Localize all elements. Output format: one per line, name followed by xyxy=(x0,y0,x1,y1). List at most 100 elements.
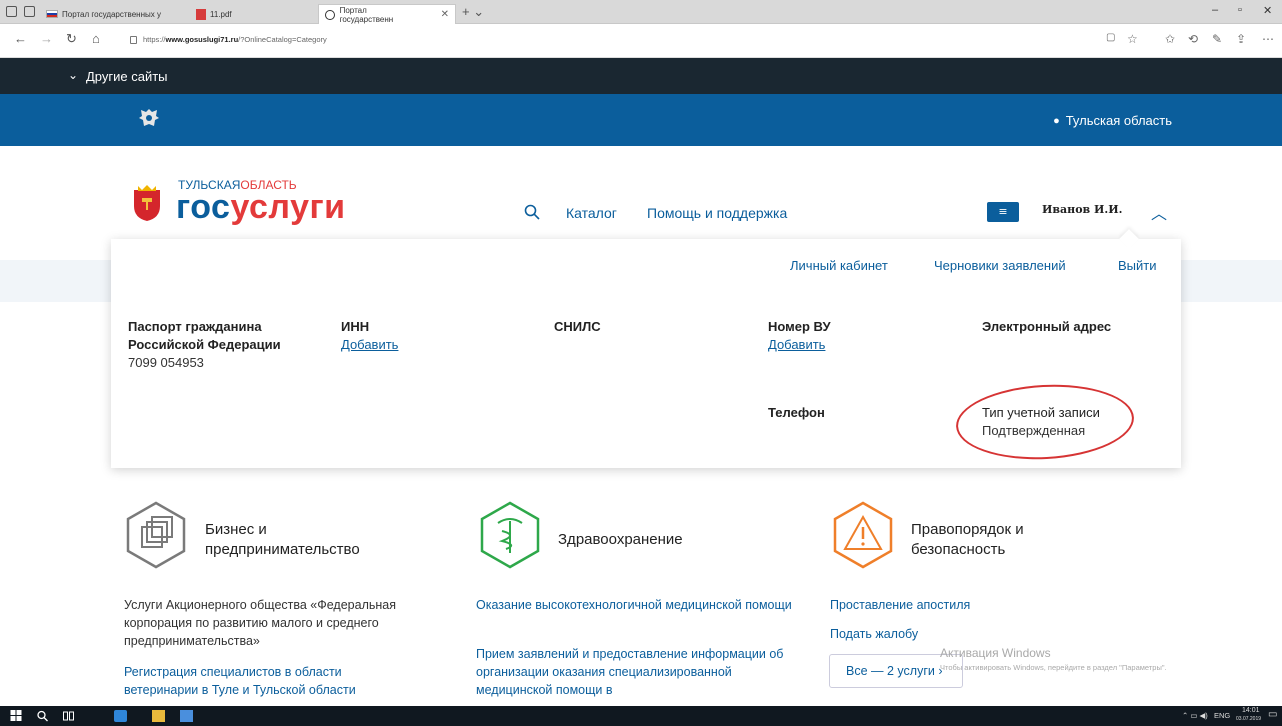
license-add-link[interactable]: Добавить xyxy=(768,336,831,354)
url-prefix: https:// xyxy=(143,35,166,44)
pdf-icon xyxy=(196,8,206,20)
address-bar: ← → ↻ ⌂ https://www.gosuslugi71.ru/?Onli… xyxy=(0,24,1282,58)
clock-time[interactable]: 14:01 xyxy=(1242,707,1260,714)
warning-icon[interactable] xyxy=(829,501,897,569)
dropdown-caret xyxy=(1119,229,1139,249)
tab-portal-1[interactable]: Портал государственных у xyxy=(40,4,167,24)
tab-label: 11.pdf xyxy=(210,9,232,19)
user-name[interactable]: Иванов И.И. xyxy=(1042,203,1122,216)
passport-label: Паспорт гражданина Российской Федерации xyxy=(128,319,281,352)
license-label: Номер ВУ xyxy=(768,319,831,334)
region-label: Тульская область xyxy=(1065,113,1172,128)
forward-button[interactable]: → xyxy=(40,31,53,46)
new-tab-button[interactable]: + ⌄ xyxy=(462,4,484,20)
other-sites-bar: ⌄ Другие сайты xyxy=(0,58,1282,94)
passport-value: 7099 054953 xyxy=(128,355,204,370)
snils-label: СНИЛС xyxy=(554,319,601,334)
inn-add-link[interactable]: Добавить xyxy=(341,336,398,354)
service-link[interactable]: Проставление апостиля xyxy=(830,596,1080,614)
url-field[interactable]: https://www.gosuslugi71.ru/?OnlineCatalo… xyxy=(130,35,327,44)
url-path: /?OnlineCatalog=Category xyxy=(238,35,327,44)
task-view-icon[interactable] xyxy=(62,710,75,722)
tula-crest-icon xyxy=(134,185,160,221)
category-title[interactable]: Правопорядок и безопасность xyxy=(911,520,1111,560)
back-button[interactable]: ← xyxy=(14,31,27,46)
notifications-icon[interactable]: ▭ xyxy=(1268,709,1277,720)
browser-tab-bar: Портал государственных у 11.pdf Портал г… xyxy=(0,0,1282,24)
windows-taskbar: ⌃ ▭ ◀) ENG 14:01 03.07.2019 ▭ xyxy=(0,706,1282,726)
more-icon[interactable]: ⋯ xyxy=(1262,32,1274,46)
url-host: www.gosuslugi71.ru xyxy=(165,35,239,44)
close-window-button[interactable]: ✕ xyxy=(1263,4,1272,17)
search-icon[interactable] xyxy=(36,710,49,722)
profile-dropdown: Личный кабинет Черновики заявлений Выйти… xyxy=(111,229,1181,468)
logout-link[interactable]: Выйти xyxy=(1118,258,1157,273)
other-sites-link[interactable]: Другие сайты xyxy=(86,69,168,84)
pen-icon[interactable]: ✎ xyxy=(1212,32,1222,46)
history-icon[interactable]: ⟲ xyxy=(1188,32,1198,46)
service-link[interactable]: Оказание высокотехнологичной медицинской… xyxy=(476,596,796,614)
loading-icon xyxy=(325,9,335,20)
phone-field: Телефон xyxy=(768,404,825,422)
nav-help[interactable]: Помощь и поддержка xyxy=(647,205,787,221)
tray-icons[interactable]: ⌃ ▭ ◀) xyxy=(1182,711,1208,720)
highlight-ellipse xyxy=(954,380,1136,464)
chevron-up-icon[interactable]: ︿ xyxy=(1151,200,1167,224)
favorite-star-icon[interactable]: ☆ xyxy=(1127,32,1138,46)
chevron-down-icon[interactable]: ⌄ xyxy=(68,68,78,82)
logo-main-part: гос xyxy=(176,188,231,226)
nav-catalog[interactable]: Каталог xyxy=(566,205,617,221)
region-selector[interactable]: ● Тульская область xyxy=(1053,113,1172,128)
license-field: Номер ВУ Добавить xyxy=(768,318,831,354)
tab-portal-active[interactable]: Портал государственн ✕ xyxy=(318,4,456,24)
email-field: Электронный адрес xyxy=(982,318,1111,336)
set-aside-tabs-icon[interactable] xyxy=(24,6,35,17)
service-link[interactable]: Регистрация специалистов в области ветер… xyxy=(124,663,384,699)
watermark-text: Чтобы активировать Windows, перейдите в … xyxy=(940,663,1167,672)
inn-label: ИНН xyxy=(341,319,370,334)
tab-label: Портал государственн xyxy=(339,5,394,24)
region-bar: ● Тульская область xyxy=(0,94,1282,146)
drafts-link[interactable]: Черновики заявлений xyxy=(934,258,1066,273)
reading-view-icon[interactable]: ▢ xyxy=(1106,32,1115,43)
windows-start-icon[interactable] xyxy=(10,710,23,722)
logo-title: госуслуги xyxy=(176,188,346,227)
refresh-button[interactable]: ↻ xyxy=(66,31,77,47)
passport-field: Паспорт гражданина Российской Федерации … xyxy=(128,318,318,372)
menu-icon[interactable]: ≡ xyxy=(987,202,1019,222)
clock-date[interactable]: 03.07.2019 xyxy=(1236,716,1261,722)
logo-main-part: услуги xyxy=(230,188,346,226)
app-icon[interactable] xyxy=(180,710,193,722)
home-icon[interactable]: ⌂ xyxy=(92,31,100,46)
email-label: Электронный адрес xyxy=(982,319,1112,334)
tab-pdf[interactable]: 11.pdf xyxy=(190,4,238,24)
category-title[interactable]: Бизнес и предпринимательство xyxy=(205,520,415,560)
health-icon[interactable] xyxy=(476,501,544,569)
language-indicator[interactable]: ENG xyxy=(1214,711,1230,720)
category-title[interactable]: Здравоохранение xyxy=(558,530,758,550)
edge-browser-icon[interactable] xyxy=(114,710,127,722)
inn-field: ИНН Добавить xyxy=(341,318,398,354)
location-pin-icon: ● xyxy=(1053,114,1060,127)
russia-flag-icon xyxy=(46,10,58,18)
tab-label: Портал государственных у xyxy=(62,9,161,19)
business-icon[interactable] xyxy=(122,501,190,569)
favorites-icon[interactable]: ✩ xyxy=(1165,32,1175,46)
snils-field: СНИЛС xyxy=(554,318,601,336)
share-icon[interactable]: ⇪ xyxy=(1236,32,1246,46)
windows-activation-watermark: Активация Windows Чтобы активировать Win… xyxy=(940,646,1167,672)
maximize-button[interactable]: ▫ xyxy=(1238,4,1242,16)
watermark-title: Активация Windows xyxy=(940,646,1051,660)
tab-manager-icon[interactable] xyxy=(6,6,17,17)
personal-cabinet-link[interactable]: Личный кабинет xyxy=(790,258,888,273)
close-tab-icon[interactable]: ✕ xyxy=(441,9,449,20)
file-explorer-icon[interactable] xyxy=(152,710,165,722)
category-description: Услуги Акционерного общества «Федеральна… xyxy=(124,598,397,648)
service-link[interactable]: Прием заявлений и предоставление информа… xyxy=(476,645,796,699)
phone-label: Телефон xyxy=(768,405,825,420)
coat-of-arms-icon[interactable] xyxy=(137,106,161,130)
service-link[interactable]: Подать жалобу xyxy=(830,625,1080,643)
minimize-button[interactable]: – xyxy=(1212,4,1218,16)
lock-icon xyxy=(130,35,137,44)
search-icon[interactable] xyxy=(524,204,540,220)
